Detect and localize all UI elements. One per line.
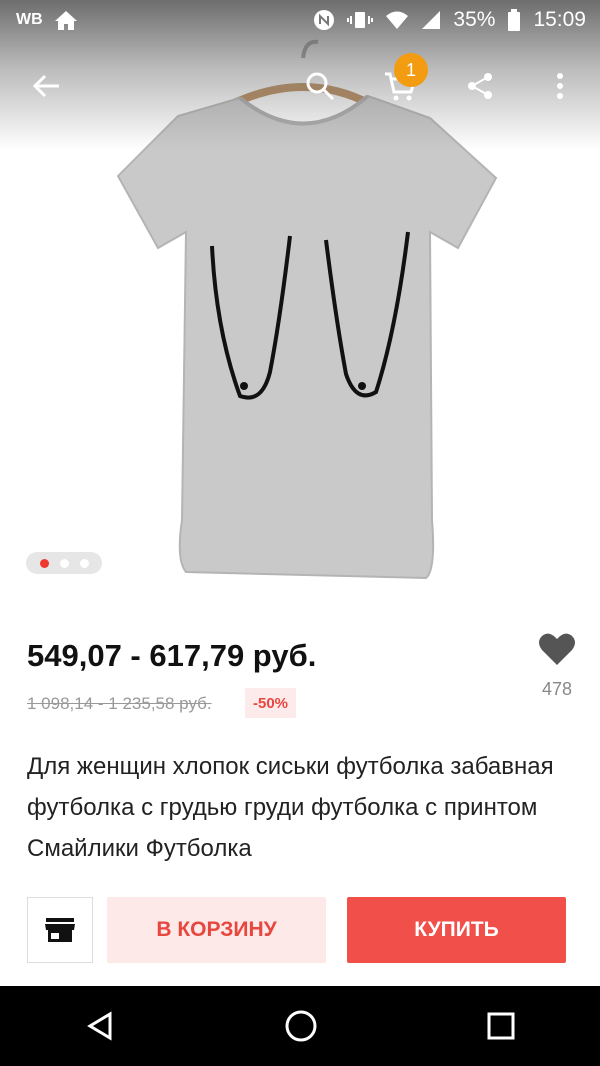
store-button[interactable]: [27, 897, 93, 963]
cart-count-badge: 1: [394, 53, 428, 87]
back-arrow-icon: [32, 74, 59, 98]
price-range: 549,07 - 617,79 руб.: [27, 638, 317, 673]
carrier-label: WB: [16, 11, 43, 28]
gallery-dot[interactable]: [59, 558, 69, 568]
buy-now-button[interactable]: КУПИТЬ: [347, 897, 566, 963]
home-icon: [54, 11, 77, 30]
search-button[interactable]: [296, 62, 344, 110]
wishlist-button[interactable]: 478: [530, 632, 584, 700]
wishlist-count: 478: [541, 679, 573, 699]
status-bar: WB 35% 15:09: [0, 0, 600, 40]
share-icon: [468, 73, 492, 99]
more-vert-icon: [557, 73, 563, 99]
battery-percent: 35%: [453, 8, 496, 31]
gallery-dot[interactable]: [79, 558, 89, 568]
more-options-button[interactable]: [536, 62, 584, 110]
back-triangle-icon[interactable]: [84, 1010, 116, 1042]
back-button[interactable]: [22, 62, 70, 110]
clock: 15:09: [533, 8, 586, 31]
original-price: 1 098,14 - 1 235,58 руб.: [27, 694, 212, 713]
search-icon: [306, 72, 335, 101]
add-to-cart-button[interactable]: В КОРЗИНУ: [107, 897, 326, 963]
wifi-icon: [386, 11, 409, 29]
product-title: Для женщин хлопок сиськи футболка забавн…: [27, 753, 554, 862]
app-toolbar: [0, 54, 600, 118]
discount-badge: -50%: [245, 688, 297, 718]
battery-icon: [508, 9, 521, 31]
heart-icon: [539, 633, 575, 665]
share-button[interactable]: [456, 62, 504, 110]
recents-square-icon[interactable]: [486, 1011, 516, 1041]
action-bar: В КОРЗИНУ КУПИТЬ: [0, 897, 600, 963]
signal-icon: [422, 11, 441, 29]
store-icon: [45, 918, 75, 942]
gallery-indicator: [26, 552, 102, 574]
home-circle-icon[interactable]: [284, 1009, 318, 1043]
system-nav-bar: [0, 986, 600, 1066]
gallery-dot[interactable]: [39, 558, 49, 568]
vibrate-icon: [347, 12, 374, 28]
nfc-icon: [314, 10, 335, 30]
